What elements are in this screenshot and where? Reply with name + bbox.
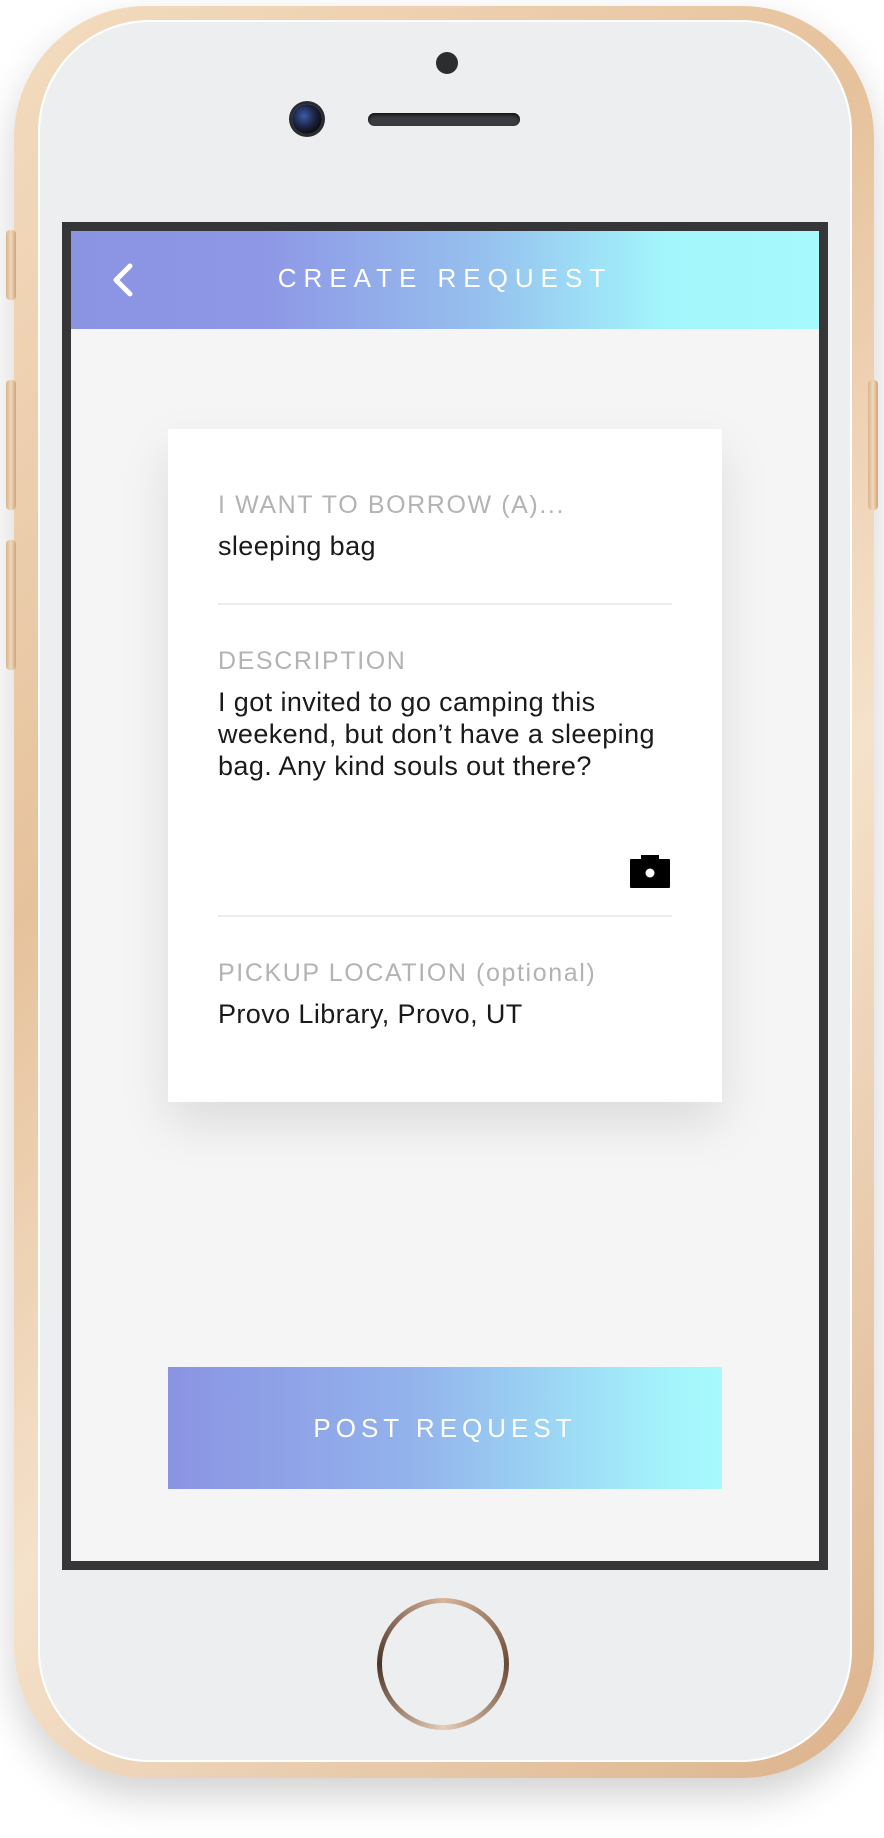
location-input[interactable]: Provo Library, Provo, UT <box>218 998 672 1030</box>
volume-up-button <box>6 380 16 510</box>
add-photo-button[interactable] <box>629 853 671 889</box>
silent-switch <box>6 230 16 300</box>
home-button <box>377 1598 509 1730</box>
earpiece-speaker <box>368 113 520 126</box>
description-field[interactable]: DESCRIPTION I got invited to go camping … <box>218 647 672 782</box>
face-sensor-icon <box>292 104 322 134</box>
volume-down-button <box>6 540 16 670</box>
app-display: CREATE REQUEST I WANT TO BORROW (A)... s… <box>71 231 819 1561</box>
power-button <box>868 380 878 510</box>
request-form-card: I WANT TO BORROW (A)... sleeping bag DES… <box>168 429 722 1102</box>
description-input[interactable]: I got invited to go camping this weekend… <box>218 686 672 782</box>
nav-bar: CREATE REQUEST <box>71 231 819 329</box>
divider <box>218 915 672 917</box>
description-label: DESCRIPTION <box>218 647 407 675</box>
post-request-label: POST REQUEST <box>313 1412 577 1443</box>
post-request-button[interactable]: POST REQUEST <box>168 1367 722 1489</box>
location-field[interactable]: PICKUP LOCATION (optional) Provo Library… <box>218 959 672 1030</box>
location-label: PICKUP LOCATION (optional) <box>218 959 597 987</box>
borrow-label: I WANT TO BORROW (A)... <box>218 491 565 519</box>
page-title: CREATE REQUEST <box>277 263 613 293</box>
camera-icon <box>630 855 670 888</box>
front-camera-icon <box>436 52 458 74</box>
divider <box>218 603 672 605</box>
borrow-input[interactable]: sleeping bag <box>218 530 672 562</box>
phone-screen: CREATE REQUEST I WANT TO BORROW (A)... s… <box>62 222 828 1570</box>
borrow-field[interactable]: I WANT TO BORROW (A)... sleeping bag <box>218 491 672 562</box>
